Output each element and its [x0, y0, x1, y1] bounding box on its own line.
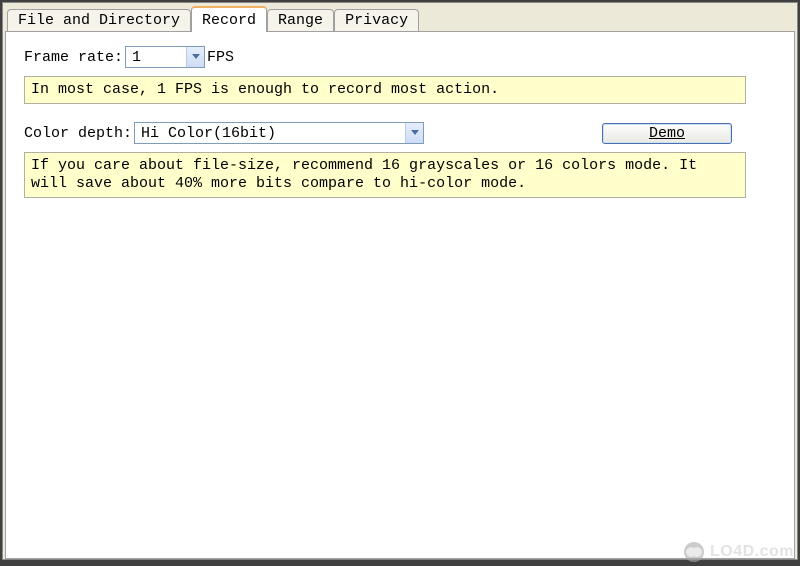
- globe-icon: [684, 542, 704, 562]
- frame-rate-suffix: FPS: [207, 49, 234, 66]
- frame-rate-value: 1: [126, 49, 186, 66]
- frame-rate-hint: In most case, 1 FPS is enough to record …: [24, 76, 746, 104]
- demo-button[interactable]: Demo: [602, 123, 732, 144]
- color-depth-value: Hi Color(16bit): [135, 125, 405, 142]
- tab-record[interactable]: Record: [191, 6, 267, 32]
- settings-window: File and Directory Record Range Privacy …: [2, 2, 798, 560]
- tab-content-record: Frame rate: 1 FPS In most case, 1 FPS is…: [5, 31, 795, 559]
- color-depth-label: Color depth:: [24, 125, 132, 142]
- chevron-down-icon: [405, 123, 423, 143]
- color-depth-hint: If you care about file-size, recommend 1…: [24, 152, 746, 198]
- frame-rate-combobox[interactable]: 1: [125, 46, 205, 68]
- watermark-text: LO4D.com: [710, 543, 794, 561]
- frame-rate-row: Frame rate: 1 FPS: [24, 46, 776, 68]
- tab-file-and-directory[interactable]: File and Directory: [7, 9, 191, 31]
- color-depth-combobox[interactable]: Hi Color(16bit): [134, 122, 424, 144]
- watermark: LO4D.com: [684, 542, 794, 562]
- tab-privacy[interactable]: Privacy: [334, 9, 419, 31]
- tab-range[interactable]: Range: [267, 9, 334, 31]
- frame-rate-label: Frame rate:: [24, 49, 123, 66]
- chevron-down-icon: [186, 47, 204, 67]
- color-depth-row: Color depth: Hi Color(16bit) Demo: [24, 122, 776, 144]
- tab-strip: File and Directory Record Range Privacy: [3, 3, 797, 31]
